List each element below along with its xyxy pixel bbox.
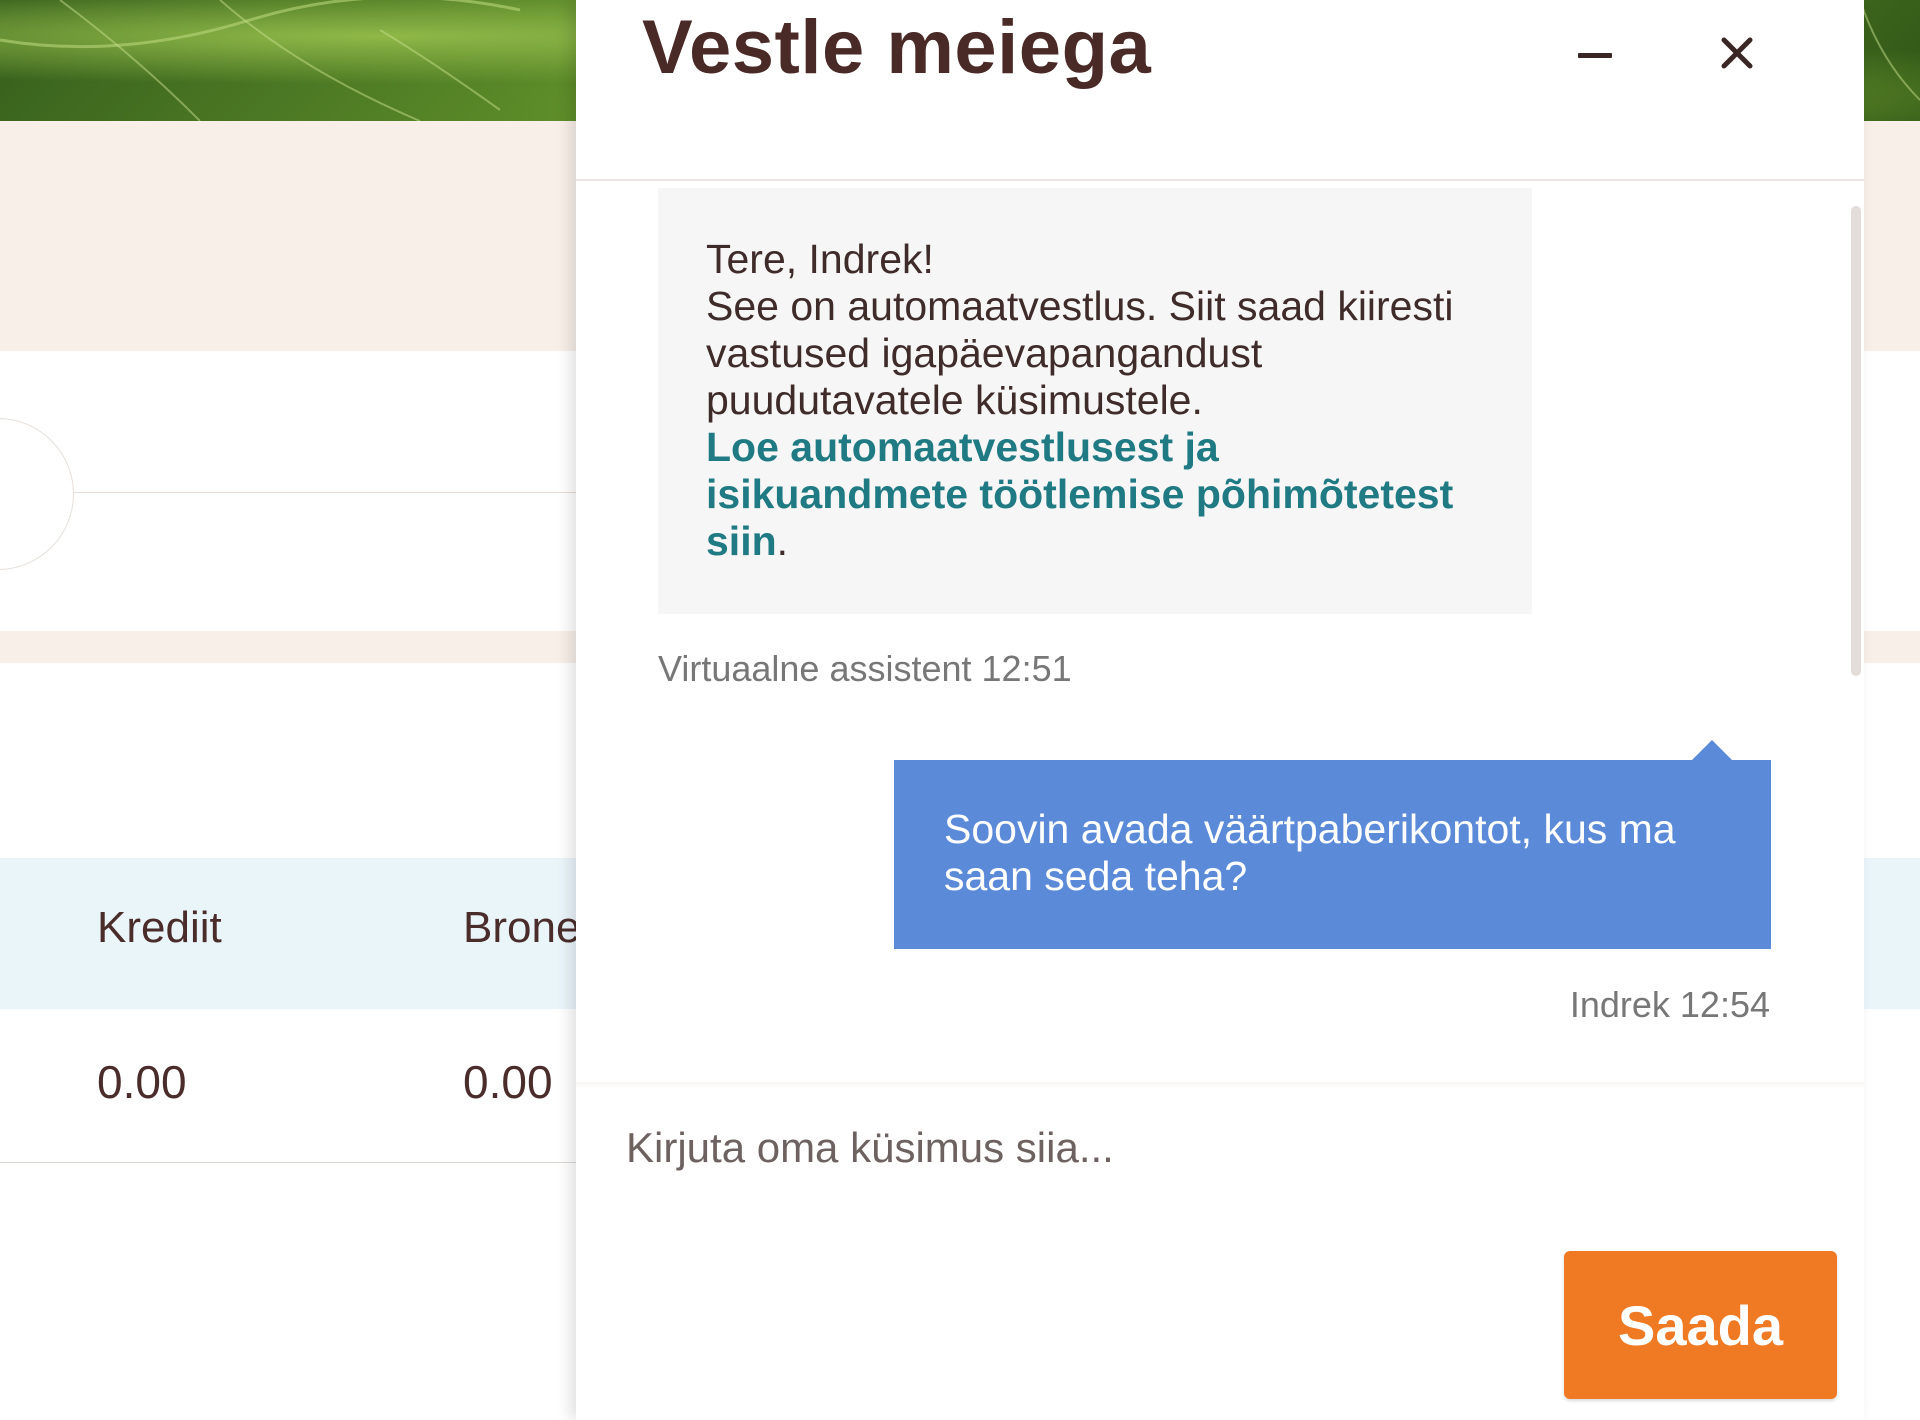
divider: [73, 492, 593, 493]
user-message-bubble: Soovin avada väärtpaberikontot, kus ma s…: [894, 760, 1771, 949]
user-message-meta: Indrek 12:54: [1569, 984, 1770, 1025]
input-area-divider: [576, 1082, 1864, 1088]
column-header-brone: Bronе: [463, 903, 581, 952]
chat-title: Vestle meiega: [642, 5, 1152, 90]
close-button[interactable]: [1702, 18, 1772, 88]
bot-message-text: See on automaatvestlus. Siit saad kiires…: [706, 283, 1454, 423]
minimize-icon: [1578, 52, 1612, 58]
chat-message-input[interactable]: [626, 1108, 1806, 1188]
scrollbar-thumb[interactable]: [1851, 206, 1861, 676]
privacy-policy-link[interactable]: Loe automaatvestlusest ja isikuandmete t…: [706, 424, 1453, 564]
table-cell-krediit: 0.00: [97, 1056, 187, 1108]
send-button[interactable]: Saada: [1564, 1251, 1837, 1399]
minimize-button[interactable]: [1560, 20, 1630, 90]
user-bubble-tail: [1692, 740, 1732, 760]
link-suffix: .: [776, 518, 789, 564]
table-row-divider: [0, 1162, 620, 1163]
close-icon: [1721, 37, 1753, 69]
bot-message-bubble: Tere, Indrek! See on automaatvestlus. Si…: [658, 188, 1532, 614]
table-cell-brone: 0.00: [463, 1056, 553, 1108]
column-header-krediit: Krediit: [97, 903, 222, 952]
bot-message-meta: Virtuaalne assistent 12:51: [658, 648, 1072, 689]
user-message-text: Soovin avada väärtpaberikontot, kus ma s…: [944, 806, 1676, 899]
header-divider: [576, 179, 1864, 181]
chat-panel: Vestle meiega Tere, Indrek! See on autom…: [576, 0, 1864, 1420]
bot-message-greeting: Tere, Indrek!: [706, 236, 934, 282]
